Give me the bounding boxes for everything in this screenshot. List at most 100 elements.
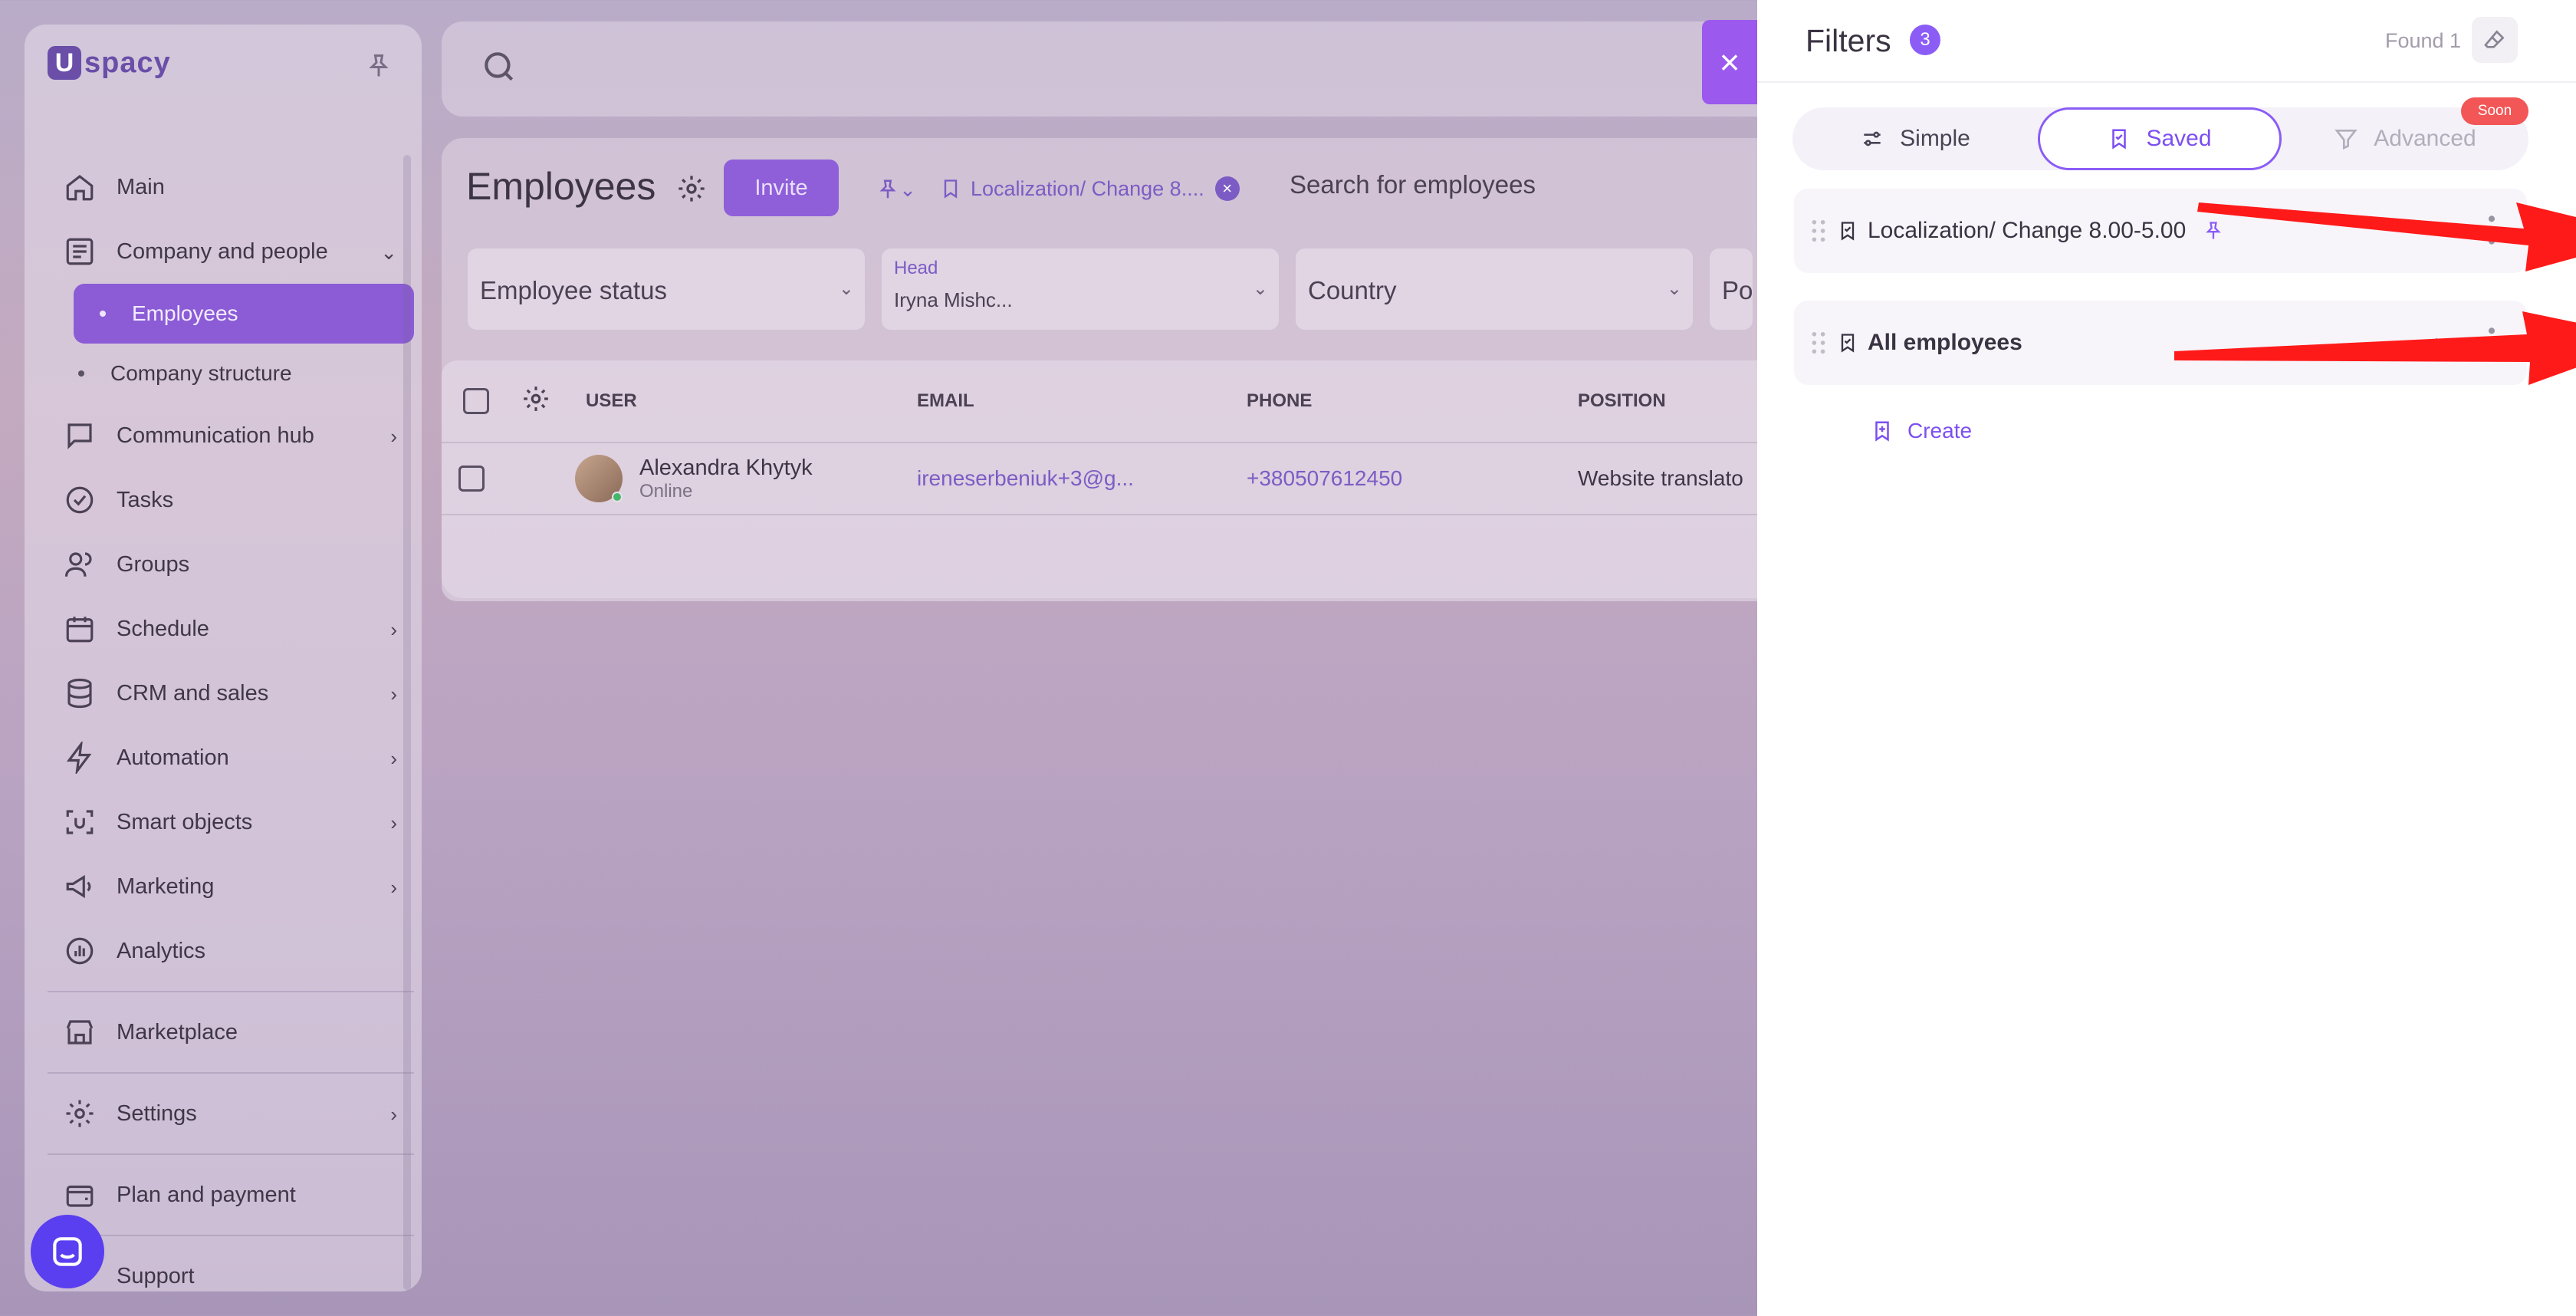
- column-header[interactable]: USER: [586, 390, 637, 412]
- chat-icon: [61, 417, 98, 454]
- users-icon: [61, 546, 98, 583]
- top-bar: [442, 21, 1757, 117]
- logo[interactable]: U spacy: [48, 46, 171, 80]
- table-header: USER EMAIL PHONE POSITION: [442, 360, 1757, 442]
- chat-widget-button[interactable]: [31, 1215, 104, 1288]
- chevron-right-icon: ›: [390, 811, 397, 834]
- create-saved-filter-button[interactable]: Create: [1871, 419, 1972, 443]
- scan-icon: [61, 804, 98, 841]
- chevron-down-icon: ⌄: [899, 177, 916, 201]
- bookmark-icon: [944, 179, 958, 199]
- chevron-right-icon: ›: [390, 1103, 397, 1126]
- sidebar-item-label: Marketplace: [117, 1019, 238, 1045]
- tab-saved[interactable]: Saved: [2038, 107, 2282, 170]
- gear-icon[interactable]: [676, 173, 707, 208]
- bullet-dot: [78, 370, 84, 377]
- found-count: Found 1: [2385, 29, 2462, 52]
- employee-search-input[interactable]: Search for employees: [1290, 170, 1536, 199]
- position-select[interactable]: Po: [1708, 247, 1754, 331]
- sidebar-item-groups[interactable]: Groups: [48, 532, 414, 597]
- sidebar-item-analytics[interactable]: Analytics: [48, 919, 414, 983]
- close-icon: ×: [1719, 42, 1740, 82]
- column-header[interactable]: EMAIL: [917, 390, 974, 412]
- annotation-arrow: [2197, 202, 2576, 271]
- chevron-down-icon: ⌄: [380, 241, 397, 264]
- sidebar-subitem-employees[interactable]: Employees: [74, 284, 414, 344]
- clear-filters-button[interactable]: [2472, 17, 2518, 63]
- filter-mode-tabs: Simple Saved Advanced: [1792, 107, 2528, 170]
- select-label: Country: [1308, 276, 1397, 304]
- user-name[interactable]: Alexandra Khytyk: [639, 456, 813, 481]
- tab-simple[interactable]: Simple: [1792, 107, 2038, 170]
- sidebar-item-label: Tasks: [117, 487, 174, 512]
- row-checkbox[interactable]: [458, 466, 485, 492]
- select-label: Po: [1722, 276, 1753, 304]
- head-select[interactable]: Head Iryna Mishc... ⌄: [880, 247, 1280, 331]
- sidebar-item-smart-objects[interactable]: Smart objects ›: [48, 790, 414, 854]
- close-icon[interactable]: ×: [1214, 176, 1240, 201]
- sidebar-item-label: Communication hub: [117, 423, 314, 448]
- bullet-dot: [100, 311, 106, 317]
- email-link[interactable]: ireneserbeniuk+3@g...: [917, 466, 1134, 491]
- sidebar-item-label: Automation: [117, 745, 229, 770]
- sidebar-item-plan[interactable]: Plan and payment: [48, 1163, 414, 1227]
- sidebar-divider: [48, 1235, 414, 1236]
- sidebar-item-automation[interactable]: Automation ›: [48, 725, 414, 790]
- chevron-right-icon: ›: [390, 747, 397, 770]
- sidebar-item-main[interactable]: Main: [48, 155, 414, 219]
- column-header[interactable]: POSITION: [1578, 390, 1666, 412]
- store-icon: [61, 1014, 98, 1051]
- global-search-icon[interactable]: [480, 48, 518, 90]
- select-caption: Head: [894, 258, 938, 278]
- soon-badge: Soon: [2461, 97, 2528, 125]
- drag-handle-icon[interactable]: [1811, 219, 1826, 242]
- select-all-checkbox[interactable]: [463, 388, 489, 414]
- sidebar-item-schedule[interactable]: Schedule ›: [48, 597, 414, 661]
- phone-link[interactable]: +380507612450: [1247, 466, 1402, 491]
- employees-table: USER EMAIL PHONE POSITION Alexandra Khyt…: [442, 360, 1757, 601]
- pin-filter-button[interactable]: ⌄: [862, 164, 931, 215]
- bookmark-plus-icon: [1875, 421, 1889, 442]
- column-settings-icon[interactable]: [521, 384, 550, 419]
- sidebar-subitem-company-structure[interactable]: Company structure: [48, 344, 414, 403]
- chevron-right-icon: ›: [390, 683, 397, 706]
- sidebar-item-label: Main: [117, 174, 165, 199]
- column-header[interactable]: PHONE: [1247, 390, 1312, 412]
- building-icon: [61, 233, 98, 270]
- gear-icon: [61, 1095, 98, 1132]
- active-filter-chip[interactable]: Localization/ Change 8.... ×: [940, 167, 1262, 210]
- sidebar-item-label: CRM and sales: [117, 680, 269, 706]
- select-label: Employee status: [480, 276, 667, 304]
- sidebar-item-tasks[interactable]: Tasks: [48, 468, 414, 532]
- eraser-icon: [2484, 30, 2505, 48]
- table-row[interactable]: Alexandra Khytyk Online ireneserbeniuk+3…: [442, 442, 1757, 515]
- sidebar-item-marketplace[interactable]: Marketplace: [48, 1000, 414, 1064]
- chat-widget-icon: [53, 1237, 82, 1266]
- saved-filter-label: Localization/ Change 8.00-5.00: [1868, 218, 2187, 243]
- sidebar-scrollbar[interactable]: [403, 155, 411, 1290]
- sidebar-item-label: Marketing: [117, 873, 215, 899]
- check-circle-icon: [61, 482, 98, 518]
- sidebar-item-crm[interactable]: CRM and sales ›: [48, 661, 414, 725]
- invite-button[interactable]: Invite: [724, 160, 839, 216]
- chevron-down-icon: ⌄: [1666, 278, 1682, 299]
- create-label: Create: [1907, 419, 1973, 443]
- sidebar-item-marketing[interactable]: Marketing ›: [48, 854, 414, 919]
- sidebar-item-settings[interactable]: Settings ›: [48, 1081, 414, 1146]
- bookmark-icon: [1841, 222, 1855, 241]
- user-status: Online: [639, 480, 693, 502]
- close-filters-button[interactable]: ×: [1702, 20, 1757, 104]
- pin-icon: [879, 179, 896, 199]
- drag-handle-icon[interactable]: [1811, 331, 1826, 354]
- sidebar-item-communication[interactable]: Communication hub ›: [48, 403, 414, 468]
- logo-text: spacy: [84, 46, 171, 79]
- sidebar-item-company[interactable]: Company and people ⌄: [48, 219, 414, 284]
- chart-icon: [61, 933, 98, 969]
- sidebar-item-label: Groups: [117, 551, 190, 577]
- employee-status-select[interactable]: Employee status ⌄: [466, 247, 866, 331]
- sidebar-divider: [48, 991, 414, 992]
- pin-sidebar-icon[interactable]: [365, 52, 393, 80]
- avatar[interactable]: [575, 455, 623, 502]
- country-select[interactable]: Country ⌄: [1294, 247, 1694, 331]
- bookmark-icon: [1841, 334, 1855, 353]
